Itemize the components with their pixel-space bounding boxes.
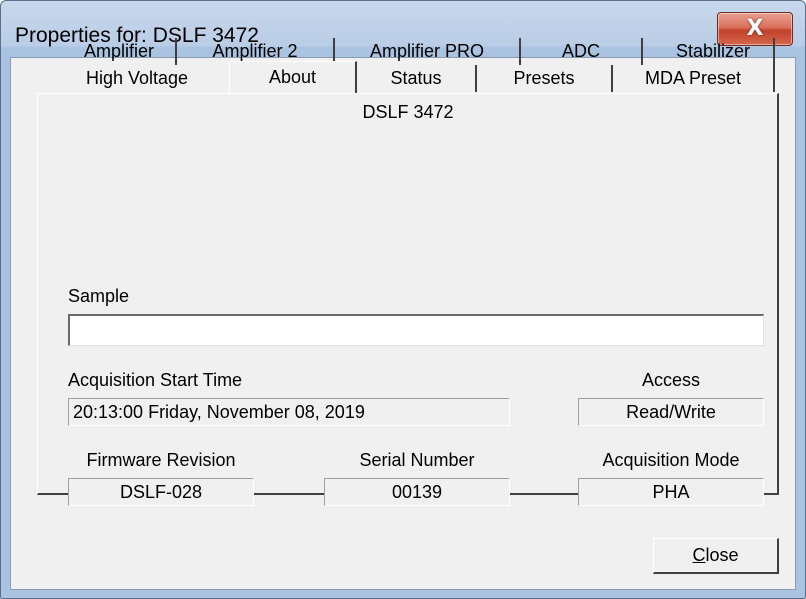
sample-input[interactable] (68, 314, 764, 346)
close-button-mnemonic: C (692, 545, 706, 565)
tab-mda-preset[interactable]: MDA Preset (613, 65, 775, 92)
acquisition-start-time-value: 20:13:00 Friday, November 08, 2019 (68, 398, 510, 426)
tab-amplifier[interactable]: Amplifier (63, 38, 177, 65)
acquisition-mode-label: Acquisition Mode (602, 450, 740, 470)
tab-stabilizer[interactable]: Stabilizer (643, 38, 775, 65)
tab-about[interactable]: About (229, 61, 357, 93)
sample-label: Sample (68, 286, 130, 306)
tab-high-voltage[interactable]: High Voltage (45, 65, 229, 92)
acquisition-start-time-label: Acquisition Start Time (68, 370, 243, 390)
acquisition-mode-value: PHA (578, 478, 764, 506)
firmware-revision-label: Firmware Revision (86, 450, 236, 470)
close-button[interactable]: Close (653, 538, 779, 574)
tab-presets[interactable]: Presets (477, 65, 613, 92)
serial-number-label: Serial Number (359, 450, 475, 470)
access-value: Read/Write (578, 398, 764, 426)
tab-adc[interactable]: ADC (521, 38, 643, 65)
serial-number-value: 00139 (324, 478, 510, 506)
firmware-revision-value: DSLF-028 (68, 478, 254, 506)
access-label: Access (641, 370, 701, 390)
device-name: DSLF 3472 (362, 102, 454, 122)
properties-dialog: Properties for: DSLF 3472 X Amplifier Am… (0, 0, 806, 599)
close-button-label: lose (705, 545, 739, 565)
tab-status[interactable]: Status (357, 65, 477, 92)
tab-amplifier-pro[interactable]: Amplifier PRO (335, 38, 521, 65)
about-tab-panel: DSLF 3472 Sample Acquisition Start Time … (37, 93, 779, 506)
